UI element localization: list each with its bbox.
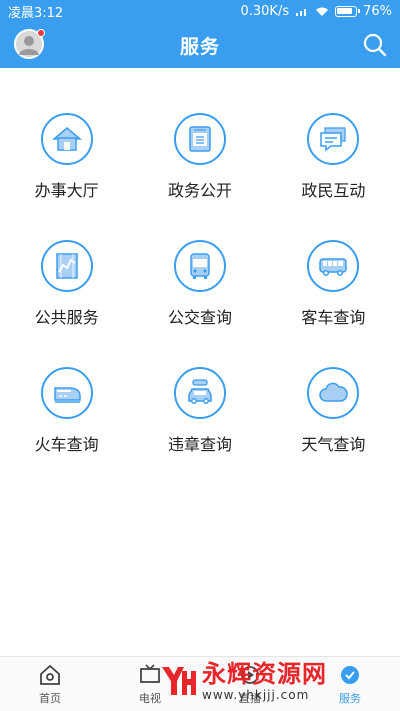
watermark: 永辉资源网 www.yhkjjj.com [158, 657, 394, 705]
search-icon[interactable] [362, 32, 388, 58]
car-camera-icon [173, 367, 226, 419]
watermark-logo-icon [162, 667, 196, 695]
service-coach[interactable]: 客车查询 [267, 240, 400, 367]
signal-icon [296, 8, 307, 16]
service-label: 公交查询 [167, 308, 232, 327]
law-book-icon [173, 113, 226, 165]
house-icon [40, 113, 93, 165]
chart-document-icon [40, 240, 93, 292]
service-violation[interactable]: 违章查询 [133, 367, 266, 494]
chat-icon [307, 113, 360, 165]
service-label: 天气查询 [301, 435, 366, 454]
coach-icon [307, 240, 360, 292]
watermark-text: 永辉资源网 www.yhkjjj.com [202, 660, 327, 702]
status-bar: 凌晨3:12 0.30K/s 76% [0, 0, 400, 22]
service-label: 办事大厅 [34, 181, 99, 200]
home-icon [40, 664, 60, 685]
cloud-icon [307, 367, 360, 419]
avatar[interactable] [14, 29, 45, 59]
service-train[interactable]: 火车查询 [0, 367, 133, 494]
service-row: 公共服务 公交查询 客车查询 [0, 240, 400, 367]
service-gov-affairs[interactable]: 政务公开 [133, 113, 266, 240]
service-label: 政务公开 [167, 181, 232, 200]
service-interaction[interactable]: 政民互动 [267, 113, 400, 240]
battery-percent: 76% [363, 3, 392, 19]
bus-icon [173, 240, 226, 292]
service-grid: 办事大厅 政务公开 政民互动 公共服务 公交查询 客车查询 火车查询 违章查询 … [0, 68, 400, 494]
service-label: 客车查询 [301, 308, 366, 327]
watermark-title: 永辉资源网 [202, 660, 327, 688]
service-public[interactable]: 公共服务 [0, 240, 133, 367]
status-right: 0.30K/s 76% [240, 4, 392, 19]
tab-home[interactable]: 首页 [0, 657, 100, 711]
service-row: 办事大厅 政务公开 政民互动 [0, 113, 400, 240]
notification-dot [37, 29, 45, 37]
service-label: 政民互动 [301, 181, 366, 200]
status-time: 凌晨3:12 [8, 5, 64, 21]
network-speed: 0.30K/s [240, 3, 290, 19]
watermark-url: www.yhkjjj.com [202, 688, 310, 702]
service-row: 火车查询 违章查询 天气查询 [0, 367, 400, 494]
train-icon [40, 367, 93, 419]
wifi-icon [316, 7, 329, 16]
service-office-hall[interactable]: 办事大厅 [0, 113, 133, 240]
page-title: 服务 [179, 35, 220, 58]
service-label: 火车查询 [34, 435, 99, 454]
service-label: 违章查询 [167, 435, 232, 454]
service-label: 公共服务 [34, 308, 99, 327]
tab-label: 首页 [39, 691, 61, 705]
app-header: 服务 [0, 22, 400, 68]
service-bus[interactable]: 公交查询 [133, 240, 266, 367]
service-weather[interactable]: 天气查询 [267, 367, 400, 494]
battery-icon [335, 5, 361, 17]
